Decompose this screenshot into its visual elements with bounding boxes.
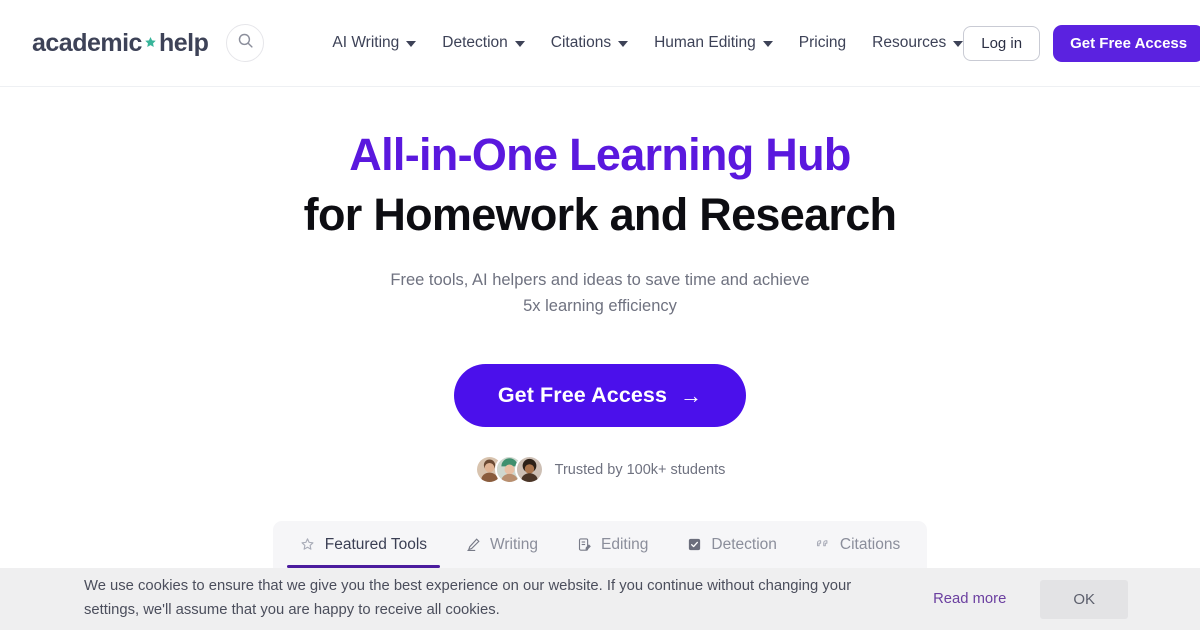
tab-label: Editing	[601, 535, 649, 553]
subtitle-line-2: 5x learning efficiency	[523, 297, 677, 316]
hero-subtitle: Free tools, AI helpers and ideas to save…	[0, 267, 1200, 320]
nav-item-resources[interactable]: Resources	[872, 34, 964, 52]
nav-label: Pricing	[798, 34, 847, 51]
tab-writing[interactable]: Writing	[446, 521, 557, 568]
get-free-access-button-hero[interactable]: Get Free Access →	[453, 364, 747, 428]
headline-line-1: All-in-One Learning Hub	[349, 129, 851, 180]
arrow-right-icon: →	[680, 382, 703, 408]
chevron-down-icon	[953, 41, 964, 47]
checkbox-icon	[686, 537, 702, 553]
nav-label: AI Writing	[332, 34, 400, 51]
nav-item-ai-writing[interactable]: AI Writing	[332, 34, 417, 52]
chevron-down-icon	[514, 41, 525, 47]
chevron-down-icon	[618, 41, 629, 47]
cookie-read-more-link[interactable]: Read more	[933, 591, 1006, 607]
hero-section: All-in-One Learning Hub for Homework and…	[0, 87, 1200, 569]
chevron-down-icon	[406, 41, 417, 47]
star-outline-icon	[300, 537, 316, 553]
tabs-wrapper: Featured Tools Writing Editing Detection…	[0, 521, 1200, 569]
nav-label: Human Editing	[654, 34, 756, 51]
nav-item-pricing[interactable]: Pricing	[799, 34, 846, 52]
tab-citations[interactable]: Citations	[796, 521, 919, 568]
tab-label: Featured Tools	[324, 535, 428, 553]
search-icon	[237, 32, 254, 54]
trust-text: Trusted by 100k+ students	[554, 461, 726, 478]
quotation-marks-icon	[815, 537, 831, 553]
nav-label: Detection	[442, 34, 508, 51]
site-header: academic help AI Writing Detection Citat…	[0, 0, 1200, 87]
pencil-icon	[465, 537, 481, 553]
subtitle-line-1: Free tools, AI helpers and ideas to save…	[390, 270, 810, 289]
star-icon	[144, 36, 157, 49]
cookie-consent-banner: We use cookies to ensure that we give yo…	[0, 568, 1200, 630]
nav-item-human-editing[interactable]: Human Editing	[654, 34, 773, 52]
logo-text-help: help	[158, 28, 209, 57]
get-free-access-button-header[interactable]: Get Free Access	[1053, 24, 1200, 62]
tab-label: Detection	[711, 535, 777, 553]
tool-category-tabs: Featured Tools Writing Editing Detection…	[272, 521, 928, 569]
cookie-actions: Read more OK	[933, 579, 1128, 619]
logo-text-academic: academic	[32, 28, 142, 57]
trust-badge: Trusted by 100k+ students	[0, 455, 1200, 485]
logo[interactable]: academic help	[32, 28, 209, 58]
tab-label: Writing	[490, 535, 538, 553]
cookie-message: We use cookies to ensure that we give yo…	[84, 578, 852, 618]
nav-label: Citations	[550, 34, 612, 51]
search-button[interactable]	[226, 24, 265, 62]
headline-line-2: for Homework and Research	[303, 189, 897, 241]
tab-label: Citations	[839, 535, 901, 553]
page-title: All-in-One Learning Hub for Homework and…	[0, 125, 1200, 246]
main-navigation: AI Writing Detection Citations Human Edi…	[332, 34, 964, 52]
cta-label: Get Free Access	[497, 383, 668, 408]
login-button[interactable]: Log in	[963, 25, 1041, 61]
tab-featured-tools[interactable]: Featured Tools	[281, 521, 446, 569]
nav-label: Resources	[872, 34, 947, 51]
chevron-down-icon	[762, 41, 773, 47]
header-actions: Log in Get Free Access	[963, 24, 1200, 62]
avatar	[514, 455, 544, 485]
nav-item-citations[interactable]: Citations	[550, 34, 629, 52]
cookie-ok-button[interactable]: OK	[1040, 579, 1128, 619]
tab-editing[interactable]: Editing	[557, 521, 667, 568]
hero-cta-wrapper: Get Free Access →	[0, 364, 1200, 428]
tab-detection[interactable]: Detection	[667, 521, 795, 568]
nav-item-detection[interactable]: Detection	[442, 34, 525, 52]
avatar-group	[474, 455, 544, 485]
document-edit-icon	[576, 537, 592, 553]
